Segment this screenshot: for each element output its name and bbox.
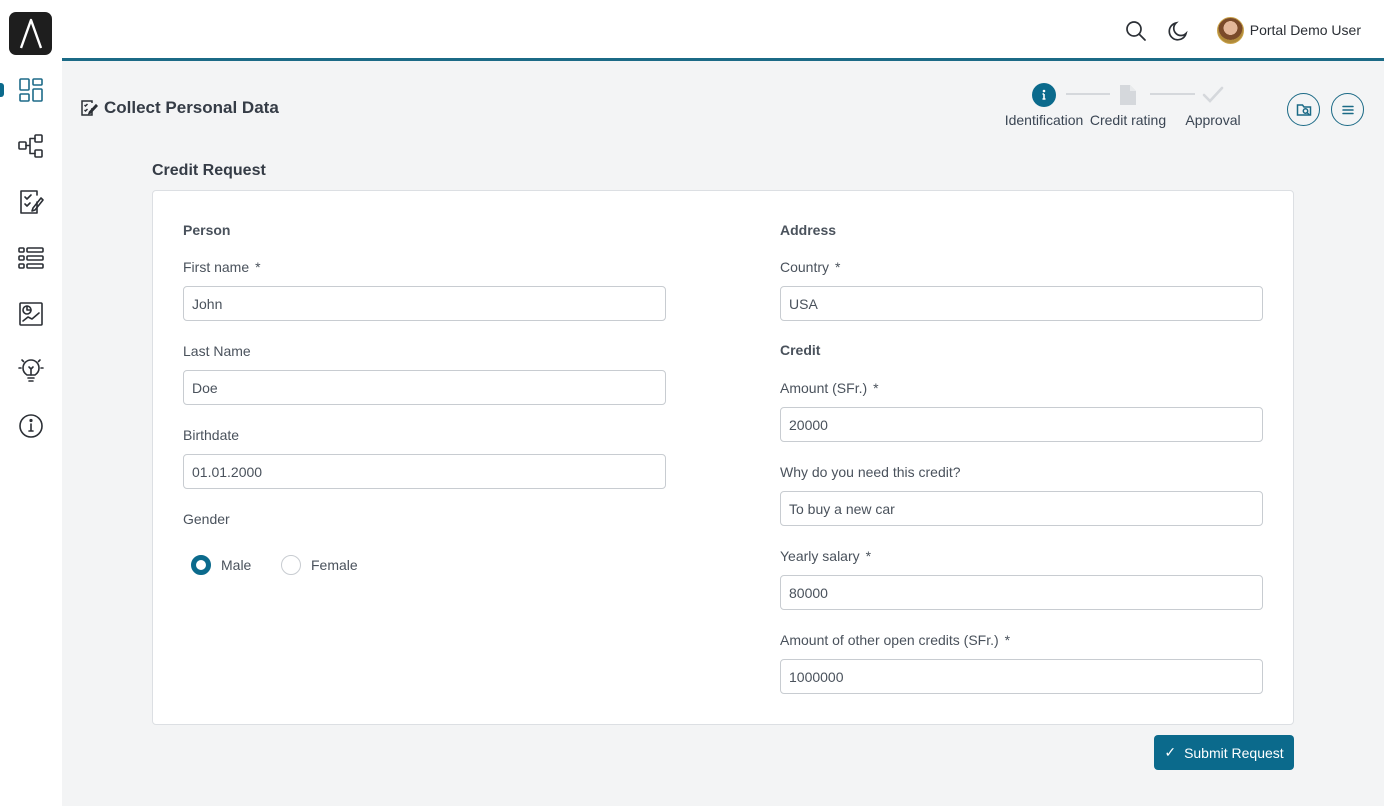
step-label: Identification [1004, 112, 1084, 128]
salary-field[interactable] [780, 575, 1263, 610]
reason-label: Why do you need this credit? [780, 464, 961, 480]
sidebar-item-processes[interactable] [0, 126, 62, 166]
theme-toggle-button[interactable] [1166, 19, 1190, 43]
process-stepper: Identification Credit rating Approval [1000, 83, 1250, 128]
tasks-icon [20, 190, 44, 214]
amount-field[interactable] [780, 407, 1263, 442]
radio-label: Male [221, 557, 252, 573]
step-label: Approval [1185, 112, 1241, 128]
check-icon [1201, 83, 1225, 107]
sidebar-item-dashboard[interactable] [0, 70, 62, 110]
app-logo[interactable] [9, 12, 52, 55]
submit-label: Submit Request [1184, 744, 1284, 761]
country-label: Country * [780, 259, 840, 275]
last-name-field[interactable] [183, 370, 666, 405]
radio-label: Female [311, 557, 358, 573]
search-button[interactable] [1124, 19, 1148, 43]
address-group-title: Address [780, 222, 837, 238]
top-bar: Portal Demo User [62, 0, 1384, 61]
page-title-text: Collect Personal Data [104, 98, 279, 117]
case-search-icon [1296, 103, 1311, 116]
axon-ivy-logo-icon [19, 18, 42, 48]
first-name-label-text: First name [183, 259, 250, 275]
reason-field[interactable] [780, 491, 1263, 526]
radio-button[interactable] [191, 555, 211, 575]
sidebar-item-info[interactable] [0, 406, 62, 446]
birthdate-label: Birthdate [183, 427, 240, 443]
country-label-text: Country [780, 259, 830, 275]
step-credit-rating: Credit rating [1088, 83, 1168, 128]
sidebar [0, 0, 62, 806]
dashboard-icon [19, 78, 43, 102]
salary-label: Yearly salary * [780, 548, 871, 564]
step-label: Credit rating [1089, 112, 1167, 128]
sidebar-item-statistics[interactable] [0, 294, 62, 334]
amount-label-text: Amount (SFr.) [780, 380, 868, 396]
other-credits-label-text: Amount of other open credits (SFr.) [780, 632, 999, 648]
statistics-icon [19, 302, 43, 326]
cases-icon [18, 247, 44, 269]
other-credits-field[interactable] [780, 659, 1263, 694]
gender-label: Gender [183, 511, 230, 527]
first-name-label: First name * [183, 259, 261, 275]
user-name: Portal Demo User [1249, 22, 1361, 38]
required-mark: * [255, 259, 261, 275]
credit-request-card: Person First name * Last Name Birthdate G… [152, 190, 1294, 725]
birthdate-field[interactable] [183, 454, 666, 489]
country-field[interactable] [780, 286, 1263, 321]
search-icon [1126, 21, 1146, 41]
menu-icon [1341, 105, 1354, 114]
required-mark: * [873, 380, 879, 396]
case-details-button[interactable] [1287, 93, 1320, 126]
credit-group-title: Credit [780, 342, 821, 358]
sidebar-item-tasks[interactable] [0, 182, 62, 222]
avatar [1216, 16, 1244, 44]
process-icon [18, 134, 43, 158]
step-approval: Approval [1178, 83, 1248, 128]
checkmark-icon: ✓ [1164, 744, 1177, 760]
required-mark: * [865, 548, 872, 564]
required-mark: * [835, 259, 841, 275]
sidebar-item-ideas[interactable] [0, 350, 62, 390]
other-credits-label: Amount of other open credits (SFr.) * [780, 632, 1010, 648]
submit-request-button[interactable]: ✓ Submit Request [1154, 735, 1294, 770]
user-menu[interactable]: Portal Demo User [1216, 15, 1361, 45]
page-title: Collect Personal Data [80, 98, 279, 118]
moon-icon [1168, 21, 1188, 41]
actions-menu-button[interactable] [1331, 93, 1364, 126]
step-identification: Identification [1005, 83, 1083, 128]
form-section-title: Credit Request [152, 162, 266, 179]
ideas-icon [18, 359, 44, 382]
info-icon [19, 414, 43, 438]
amount-label: Amount (SFr.) * [780, 380, 879, 396]
salary-label-text: Yearly salary [780, 548, 860, 564]
required-mark: * [1004, 632, 1011, 648]
first-name-field[interactable] [183, 286, 666, 321]
sidebar-item-cases[interactable] [0, 238, 62, 278]
gender-radio-male[interactable]: Male [191, 555, 251, 575]
person-group-title: Person [183, 222, 231, 238]
last-name-label: Last Name [183, 343, 251, 359]
edit-form-icon [81, 100, 98, 116]
step-info-icon [1032, 83, 1056, 107]
radio-button[interactable] [281, 555, 301, 575]
document-icon [1116, 83, 1140, 107]
gender-radio-female[interactable]: Female [281, 555, 358, 575]
